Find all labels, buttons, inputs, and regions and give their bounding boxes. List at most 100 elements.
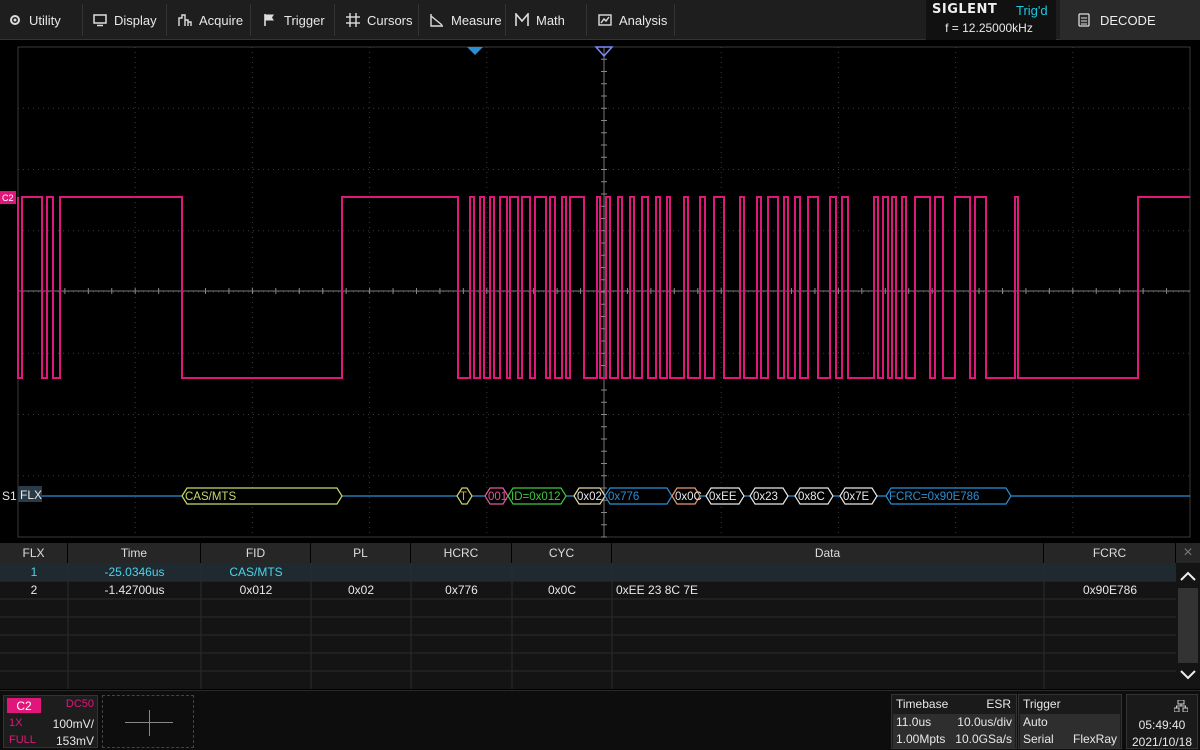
trigger-panel[interactable]: Trigger Auto Serial FlexRay <box>1018 694 1122 749</box>
siglent-logo: SIGLENT <box>932 2 998 17</box>
scroll-up-button[interactable] <box>1176 567 1200 585</box>
trigger-position-marker[interactable] <box>467 47 483 55</box>
bus-frame[interactable]: 0x23 <box>749 487 789 505</box>
decode-button[interactable]: DECODE <box>1060 0 1200 40</box>
sample-rate: 10.0GSa/s <box>955 732 1012 746</box>
col-hcrc: HCRC <box>411 543 512 563</box>
scroll-down-button[interactable] <box>1176 666 1200 684</box>
chevron-up-icon <box>1180 571 1196 581</box>
menu-utility-label: Utility <box>29 12 61 28</box>
waveform-display[interactable]: C2 S1 FLX CAS/MTS T 001 ID=0x012 0x02 0x776 0x… <box>0 40 1200 540</box>
menu-analysis-label: Analysis <box>619 12 668 28</box>
col-fid: FID <box>201 543 311 563</box>
bus-frame-label: ID=0x012 <box>511 491 561 503</box>
ch2-probe: 1X <box>9 717 23 729</box>
memory-depth: 1.00Mpts <box>896 732 946 746</box>
ch2-bandwidth: FULL <box>9 734 36 746</box>
menu-cursors-label: Cursors <box>367 12 413 28</box>
col-data: Data <box>612 543 1044 563</box>
col-pl: PL <box>311 543 411 563</box>
col-fcrc: FCRC <box>1044 543 1176 563</box>
ch2-settings[interactable]: C2 DC50 1X 100mV/ FULL 153mV <box>3 695 98 748</box>
menu-trigger[interactable]: Trigger <box>263 0 325 40</box>
chevron-down-icon <box>1180 670 1196 680</box>
bus-frame[interactable]: 0x02 <box>573 487 606 505</box>
bus-frame[interactable]: CAS/MTS <box>181 487 343 505</box>
clock-panel: 05:49:40 2021/10/18 <box>1126 694 1198 749</box>
timebase-panel[interactable]: Timebase ESR 11.0us 10.0us/div 1.00Mpts … <box>891 694 1017 749</box>
bus-frame[interactable]: 0x776 <box>604 487 673 505</box>
gear-icon <box>10 15 20 25</box>
table-scrollbar[interactable] <box>1178 588 1198 663</box>
bus-frame[interactable]: 0xEE <box>705 487 745 505</box>
analysis-icon <box>598 14 612 26</box>
bus-source-label: S1 <box>2 489 17 503</box>
bus-frame[interactable]: 0x0C <box>671 487 702 505</box>
timebase-delay: 11.0us <box>896 715 932 729</box>
bus-frame-label: 0x7E <box>843 491 870 503</box>
bus-frame-label: 0x8C <box>798 491 825 503</box>
bus-frame-label: 0x23 <box>753 491 778 503</box>
bus-frame[interactable]: FCRC=0x90E786 <box>885 487 1012 505</box>
bus-frame-label: 0xEE <box>709 491 737 503</box>
ch2-vdiv: 100mV/ <box>52 717 94 731</box>
trigger-type: Serial <box>1023 732 1054 746</box>
cell-flx: 2 <box>30 583 38 597</box>
cell-fid: CAS/MTS <box>229 565 283 579</box>
bus-frame[interactable]: 0x7E <box>839 487 878 505</box>
bus-frame-label: 0x776 <box>608 491 639 503</box>
ch2-coupling: DC50 <box>65 698 94 710</box>
bus-frame[interactable]: T <box>456 487 473 505</box>
bus-frame-label: 0x02 <box>577 491 602 503</box>
document-icon <box>1078 13 1090 27</box>
brand-panel: SIGLENT Trig'd f = 12.25000kHz <box>926 0 1056 40</box>
menu-acquire-label: Acquire <box>199 12 244 28</box>
close-icon[interactable]: × <box>1176 543 1200 563</box>
col-flx: FLX <box>0 543 68 563</box>
acquire-icon <box>178 14 192 26</box>
cell-fcrc: 0x90E786 <box>1082 583 1138 597</box>
bus-frame[interactable]: 001 <box>484 487 509 505</box>
monitor-icon <box>93 14 107 27</box>
bus-frame[interactable]: ID=0x012 <box>507 487 567 505</box>
trigger-title: Trigger <box>1023 697 1061 711</box>
bus-frame-label: 001 <box>488 491 507 503</box>
timebase-mode: ESR <box>986 697 1011 711</box>
cell-time: -25.0346us <box>104 565 165 579</box>
status-bar: C2 DC50 1X 100mV/ FULL 153mV Timebase ES… <box>0 690 1200 750</box>
math-icon <box>515 13 529 26</box>
cell-fid: 0x012 <box>239 583 273 597</box>
flag-icon <box>264 14 274 26</box>
bus-protocol-label: FLX <box>20 488 42 502</box>
menu-measure-label: Measure <box>451 12 502 28</box>
timebase-title: Timebase <box>896 697 949 711</box>
cursors-icon <box>346 13 360 27</box>
col-time: Time <box>68 543 201 563</box>
trigger-mode: Auto <box>1023 715 1048 729</box>
menu-utility[interactable]: Utility <box>8 0 61 40</box>
add-channel-button[interactable] <box>102 695 194 748</box>
bus-frame[interactable]: 0x8C <box>794 487 834 505</box>
measure-icon <box>430 14 443 27</box>
menu-display-label: Display <box>114 12 157 28</box>
menu-cursors[interactable]: Cursors <box>346 0 413 40</box>
menu-math[interactable]: Math <box>515 0 565 40</box>
menu-measure[interactable]: Measure <box>430 0 502 40</box>
menu-math-label: Math <box>536 12 565 28</box>
frequency-readout: f = 12.25000kHz <box>945 21 1033 35</box>
clock-time: 05:49:40 <box>1138 718 1186 732</box>
trigger-status: Trig'd <box>1016 3 1048 18</box>
col-cyc: CYC <box>512 543 612 563</box>
menu-acquire[interactable]: Acquire <box>178 0 243 40</box>
clock-date: 2021/10/18 <box>1131 735 1193 749</box>
menu-analysis[interactable]: Analysis <box>598 0 667 40</box>
cell-cyc: 0x0C <box>547 583 576 597</box>
ch2-label: C2 <box>7 698 41 713</box>
cell-hcrc: 0x776 <box>445 583 478 597</box>
menu-display[interactable]: Display <box>93 0 157 40</box>
decode-label: DECODE <box>1100 12 1156 28</box>
timebase-tdiv: 10.0us/div <box>957 715 1012 729</box>
bus-frame-label: CAS/MTS <box>185 491 236 503</box>
cell-time: -1.42700us <box>104 583 165 597</box>
cell-pl: 0x02 <box>347 583 375 597</box>
